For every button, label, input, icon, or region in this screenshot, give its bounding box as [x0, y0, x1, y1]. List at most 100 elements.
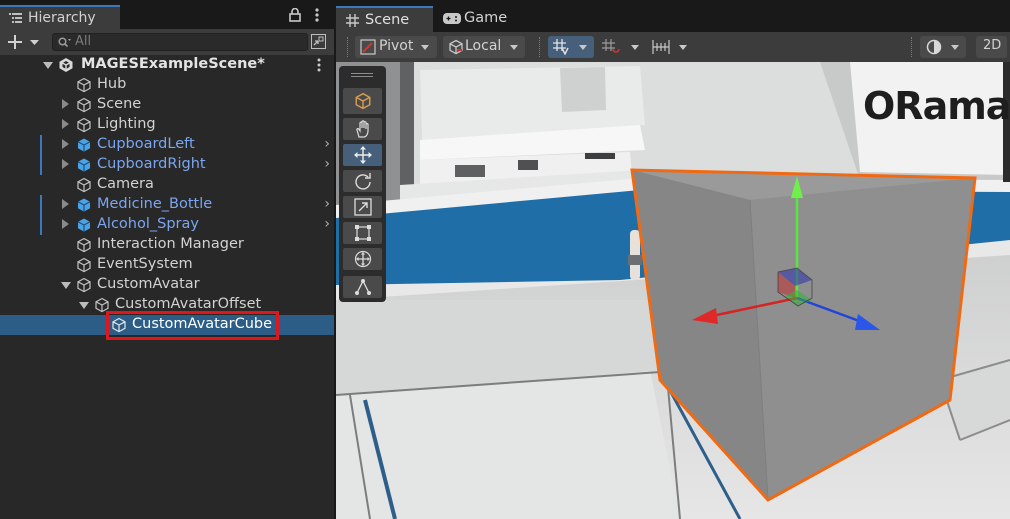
hierarchy-tab-bar: Hierarchy: [0, 0, 334, 29]
increment-snap-dropdown[interactable]: [598, 36, 646, 58]
hierarchy-item-label: EventSystem: [97, 256, 193, 272]
rotate-tool-button[interactable]: [343, 170, 382, 192]
unity-scene-icon: [59, 58, 73, 72]
grid-icon: [346, 14, 359, 27]
expand-arrow-icon[interactable]: [62, 99, 69, 109]
hierarchy-item-eventsystem[interactable]: EventSystem: [0, 255, 334, 275]
transform-tool-icon: [354, 250, 372, 268]
expand-arrow-icon[interactable]: [62, 159, 69, 169]
expand-arrow-icon[interactable]: [61, 282, 71, 289]
scale-tool-button[interactable]: [343, 196, 382, 218]
tab-game-label: Game: [464, 10, 508, 26]
overlay-grip[interactable]: [351, 73, 373, 77]
hierarchy-item-medicine-bottle[interactable]: Medicine_Bottle ›: [0, 195, 334, 215]
hierarchy-item-interaction-manager[interactable]: Interaction Manager: [0, 235, 334, 255]
prefab-override-bar: [40, 135, 42, 155]
local-label: Local: [465, 38, 502, 54]
transform-tool-button[interactable]: [343, 248, 382, 270]
tools-overlay: [339, 66, 386, 302]
draw-mode-dropdown[interactable]: [920, 36, 966, 58]
hand-tool-button[interactable]: [343, 118, 382, 140]
hierarchy-item-label: Camera: [97, 176, 154, 192]
kebab-menu-icon[interactable]: [314, 8, 320, 23]
hierarchy-item-label: CupboardRight: [97, 156, 206, 172]
prefab-override-bar: [40, 215, 42, 235]
scene-viewport[interactable]: ORama: [336, 62, 1010, 519]
scene-tab-bar: Scene Game: [336, 0, 1010, 32]
hierarchy-item-hub[interactable]: Hub: [0, 75, 334, 95]
tab-game[interactable]: Game: [435, 6, 527, 32]
chevron-down-icon: [510, 45, 518, 50]
move-tool-button[interactable]: [343, 144, 382, 166]
snap-settings-dropdown[interactable]: [648, 36, 694, 58]
chevron-right-icon[interactable]: ›: [324, 216, 330, 232]
view-tool-button[interactable]: [343, 88, 382, 114]
search-placeholder: All: [75, 34, 92, 49]
custom-tool-button[interactable]: [343, 276, 382, 298]
scale-tool-icon: [354, 198, 372, 216]
hierarchy-item-scene[interactable]: Scene: [0, 95, 334, 115]
create-button[interactable]: [5, 32, 43, 52]
lock-icon[interactable]: [289, 8, 301, 22]
chevron-down-icon: [421, 45, 429, 50]
view-tool-icon: [355, 92, 371, 110]
search-icon: [58, 37, 71, 48]
search-input[interactable]: All: [52, 33, 308, 51]
expand-arrow-icon[interactable]: [62, 139, 69, 149]
pivot-dropdown[interactable]: Pivot: [355, 36, 437, 58]
expand-arrow-icon[interactable]: [62, 119, 69, 129]
hierarchy-item-alcohol-spray[interactable]: Alcohol_Spray ›: [0, 215, 334, 235]
hierarchy-toolbar: All: [0, 29, 334, 55]
mode-2d-toggle[interactable]: 2D: [976, 36, 1007, 58]
scene-visibility-icon[interactable]: [311, 34, 326, 49]
gamepad-icon: [443, 13, 461, 24]
expand-arrow-icon[interactable]: [62, 219, 69, 229]
rect-tool-button[interactable]: [343, 222, 382, 244]
prefab-cube-icon: [77, 138, 91, 152]
plus-icon: [8, 35, 22, 49]
gameobject-cube-icon: [77, 177, 91, 193]
hierarchy-item-label: Interaction Manager: [97, 236, 244, 252]
expand-arrow-icon[interactable]: [79, 302, 89, 309]
toolbar-grip[interactable]: [911, 37, 914, 57]
rotate-tool-icon: [355, 173, 371, 190]
chevron-right-icon[interactable]: ›: [324, 196, 330, 212]
expand-arrow-icon[interactable]: [43, 62, 53, 69]
scene-render: [336, 62, 1010, 519]
chevron-down-icon: [951, 45, 959, 50]
hierarchy-item-cupboardright[interactable]: CupboardRight ›: [0, 155, 334, 175]
prefab-cube-icon: [77, 158, 91, 172]
chevron-down-icon: [679, 45, 687, 50]
hierarchy-item-label: Lighting: [97, 116, 156, 132]
mode-2d-label: 2D: [983, 38, 1002, 53]
toolbar-grip[interactable]: [347, 37, 350, 57]
scene-root-label: MAGESExampleScene*: [81, 56, 265, 72]
pivot-label: Pivot: [379, 38, 414, 54]
increment-snap-icon: [602, 39, 620, 53]
tab-hierarchy[interactable]: Hierarchy: [0, 5, 120, 29]
gameobject-cube-icon: [77, 277, 91, 293]
hierarchy-item-lighting[interactable]: Lighting: [0, 115, 334, 135]
scene-root-row[interactable]: MAGESExampleScene*: [0, 55, 334, 75]
expand-arrow-icon[interactable]: [62, 199, 69, 209]
grid-snapping-toggle[interactable]: [548, 36, 594, 58]
chevron-right-icon[interactable]: ›: [324, 136, 330, 152]
pivot-icon: [360, 39, 376, 55]
local-space-icon: [449, 39, 463, 55]
prefab-cube-icon: [77, 218, 91, 232]
toolbar-grip[interactable]: [539, 37, 542, 57]
hierarchy-item-label: Scene: [97, 96, 142, 112]
hierarchy-item-customavatar[interactable]: CustomAvatar: [0, 275, 334, 295]
local-dropdown[interactable]: Local: [443, 36, 525, 58]
list-icon: [9, 13, 22, 23]
chevron-down-icon: [631, 45, 639, 50]
chevron-right-icon[interactable]: ›: [324, 156, 330, 172]
kebab-menu-icon[interactable]: [316, 58, 322, 72]
hierarchy-item-cupboardleft[interactable]: CupboardLeft ›: [0, 135, 334, 155]
gameobject-cube-icon: [77, 257, 91, 273]
chevron-down-icon: [30, 40, 39, 45]
hand-tool-icon: [356, 120, 369, 138]
hierarchy-item-camera[interactable]: Camera: [0, 175, 334, 195]
tab-scene[interactable]: Scene: [336, 6, 433, 32]
move-tool-icon: [354, 146, 372, 164]
